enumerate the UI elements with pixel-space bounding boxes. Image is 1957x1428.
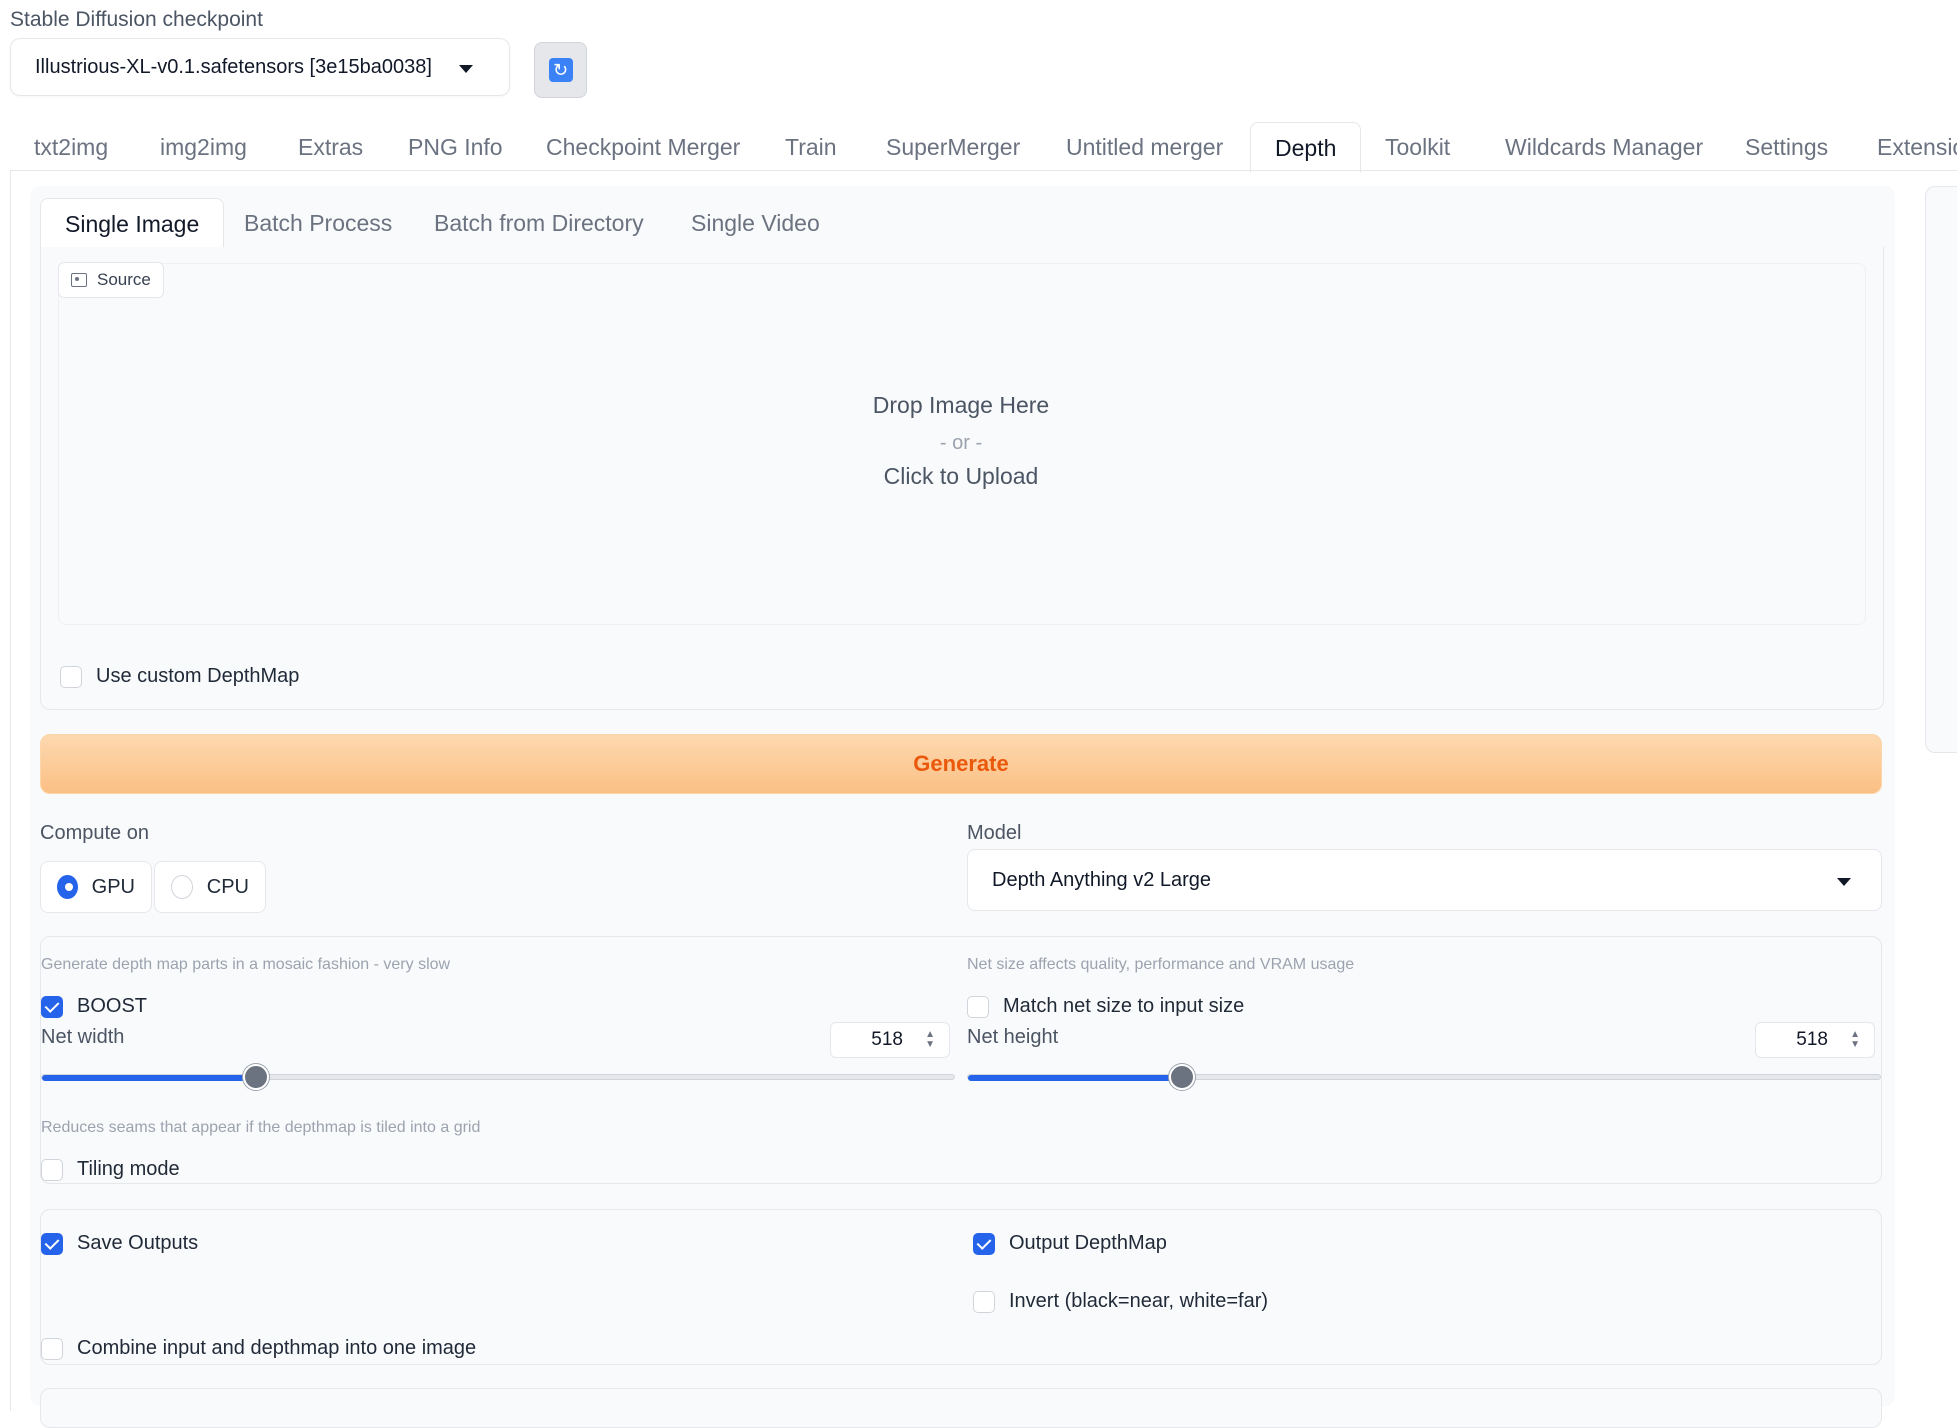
- model-value: Depth Anything v2 Large: [992, 868, 1212, 891]
- boost-label: BOOST: [77, 995, 148, 1017]
- depth-right-panel: [1925, 186, 1957, 753]
- net-height-slider-thumb[interactable]: [1169, 1064, 1195, 1090]
- tab-checkpoint-merger[interactable]: Checkpoint Merger: [546, 122, 740, 172]
- click-upload-text: Click to Upload: [883, 463, 1039, 489]
- model-label: Model: [967, 822, 1022, 844]
- generate-button[interactable]: Generate: [40, 734, 1882, 794]
- tab-toolkit[interactable]: Toolkit: [1385, 122, 1450, 172]
- tab-supermerger[interactable]: SuperMerger: [886, 122, 1020, 172]
- refresh-checkpoint-button[interactable]: ↻: [534, 42, 587, 98]
- custom-depthmap-checkbox-row[interactable]: Use custom DepthMap: [60, 665, 299, 688]
- output-depthmap-checkbox[interactable]: [973, 1232, 995, 1255]
- model-dropdown[interactable]: Depth Anything v2 Large: [967, 849, 1882, 911]
- output-depthmap-row[interactable]: Output DepthMap: [973, 1232, 1167, 1255]
- source-label-text: Source: [97, 270, 151, 289]
- combine-label: Combine input and depthmap into one imag…: [77, 1337, 477, 1359]
- tiling-label: Tiling mode: [77, 1158, 180, 1180]
- invert-label: Invert (black=near, white=far): [1009, 1290, 1269, 1312]
- net-width-value: 518: [871, 1029, 903, 1050]
- cpu-radio[interactable]: [171, 875, 193, 899]
- tiling-checkbox-row[interactable]: Tiling mode: [41, 1158, 180, 1181]
- tab-depth[interactable]: Depth: [1250, 122, 1362, 173]
- main-tabs: txt2img img2img Extras PNG Info Checkpoi…: [0, 122, 1957, 173]
- tab-settings[interactable]: Settings: [1745, 122, 1828, 172]
- match-net-label: Match net size to input size: [1003, 995, 1245, 1017]
- image-icon: [71, 273, 87, 287]
- net-height-value: 518: [1796, 1029, 1828, 1050]
- net-height-slider[interactable]: [967, 1074, 1881, 1081]
- save-outputs-checkbox[interactable]: [41, 1232, 63, 1255]
- tab-extensions[interactable]: Extensio: [1877, 122, 1957, 172]
- depth-subtabs: Single Image Batch Process Batch from Di…: [40, 198, 1882, 249]
- boost-checkbox-row[interactable]: BOOST: [41, 995, 147, 1018]
- net-width-slider-thumb[interactable]: [243, 1064, 269, 1090]
- subtab-single-image[interactable]: Single Image: [40, 198, 225, 249]
- chevron-down-icon: [1837, 878, 1851, 886]
- tab-wildcards-manager[interactable]: Wildcards Manager: [1505, 122, 1703, 172]
- subtab-single-video[interactable]: Single Video: [691, 198, 820, 248]
- subtab-batch-process[interactable]: Batch Process: [244, 198, 392, 248]
- match-net-checkbox[interactable]: [967, 995, 989, 1018]
- stepper-arrows-icon[interactable]: ▲ ▼: [1850, 1030, 1860, 1050]
- net-size-info: Net size affects quality, performance an…: [967, 956, 1355, 973]
- gpu-radio[interactable]: [57, 875, 78, 899]
- next-group: [40, 1388, 1882, 1428]
- boost-info: Generate depth map parts in a mosaic fas…: [41, 956, 451, 973]
- drop-or-text: - or -: [939, 432, 983, 454]
- gpu-label: GPU: [91, 875, 135, 898]
- tab-untitled-merger[interactable]: Untitled merger: [1066, 122, 1223, 172]
- invert-checkbox[interactable]: [973, 1290, 995, 1313]
- custom-depthmap-label: Use custom DepthMap: [96, 665, 300, 687]
- tab-txt2img[interactable]: txt2img: [34, 122, 108, 172]
- custom-depthmap-checkbox[interactable]: [60, 665, 82, 688]
- compute-gpu-option[interactable]: GPU: [40, 861, 152, 913]
- tiling-info: Reduces seams that appear if the depthma…: [41, 1119, 481, 1136]
- save-outputs-row[interactable]: Save Outputs: [41, 1232, 198, 1255]
- compute-cpu-option[interactable]: CPU: [154, 861, 266, 913]
- tab-png-info[interactable]: PNG Info: [408, 122, 503, 172]
- subtab-batch-from-directory[interactable]: Batch from Directory: [434, 198, 644, 248]
- checkpoint-label: Stable Diffusion checkpoint: [10, 8, 263, 31]
- net-height-label: Net height: [967, 1026, 1059, 1048]
- net-height-input[interactable]: 518 ▲ ▼: [1755, 1022, 1875, 1058]
- net-width-input[interactable]: 518 ▲ ▼: [830, 1022, 950, 1058]
- tab-img2img[interactable]: img2img: [160, 122, 247, 172]
- tiling-checkbox[interactable]: [41, 1158, 63, 1181]
- combine-checkbox[interactable]: [41, 1337, 63, 1360]
- cpu-label: CPU: [206, 875, 249, 898]
- net-width-slider-fill: [42, 1075, 257, 1081]
- tab-extras[interactable]: Extras: [298, 122, 363, 172]
- net-width-label: Net width: [41, 1026, 125, 1048]
- chevron-down-icon: [459, 65, 473, 73]
- tab-train[interactable]: Train: [785, 122, 837, 172]
- compute-on-label: Compute on: [40, 822, 149, 844]
- drop-image-text: Drop Image Here: [872, 392, 1050, 418]
- net-height-slider-fill: [968, 1075, 1183, 1081]
- source-label: Source: [58, 262, 164, 298]
- combine-row[interactable]: Combine input and depthmap into one imag…: [41, 1337, 476, 1360]
- boost-checkbox[interactable]: [41, 995, 63, 1018]
- stepper-arrows-icon[interactable]: ▲ ▼: [925, 1030, 935, 1050]
- checkpoint-value: Illustrious-XL-v0.1.safetensors [3e15ba0…: [35, 55, 432, 78]
- refresh-icon: ↻: [548, 58, 573, 82]
- checkpoint-dropdown[interactable]: Illustrious-XL-v0.1.safetensors [3e15ba0…: [10, 38, 510, 96]
- output-depthmap-label: Output DepthMap: [1009, 1232, 1167, 1254]
- net-width-slider[interactable]: [41, 1074, 955, 1081]
- match-net-checkbox-row[interactable]: Match net size to input size: [967, 995, 1244, 1018]
- invert-row[interactable]: Invert (black=near, white=far): [973, 1290, 1268, 1313]
- save-outputs-label: Save Outputs: [77, 1232, 199, 1254]
